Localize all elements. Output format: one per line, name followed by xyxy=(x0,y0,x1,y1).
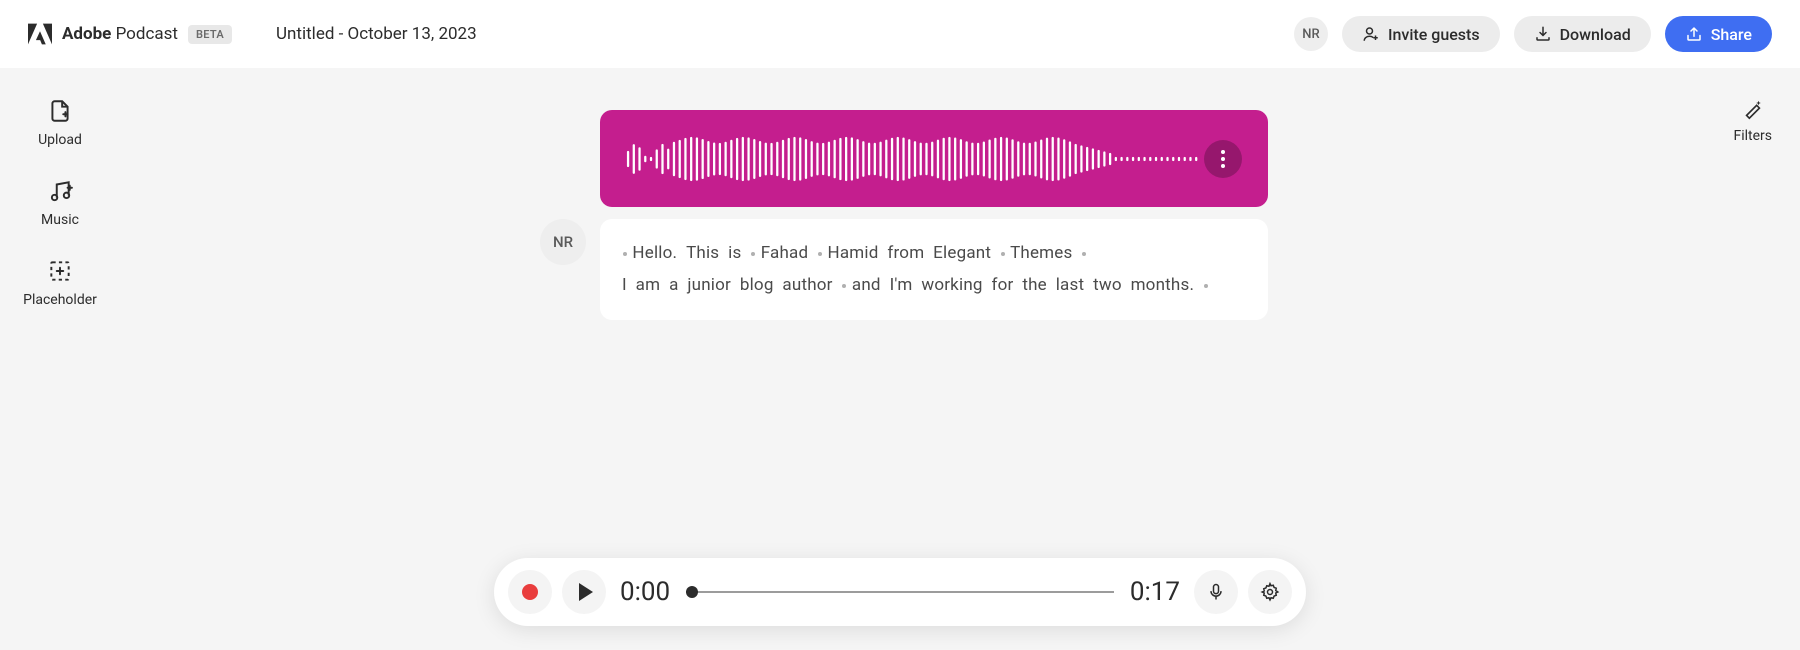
player-bar: 0:00 0:17 xyxy=(494,558,1306,626)
placeholder-label: Placeholder xyxy=(23,292,97,308)
brand-group: Adobe Podcast BETA xyxy=(28,22,232,46)
more-vertical-icon xyxy=(1221,150,1225,168)
download-button[interactable]: Download xyxy=(1514,16,1651,52)
beta-badge: BETA xyxy=(188,25,232,44)
music-icon xyxy=(47,178,73,204)
audio-clip: NR Hello. This is Fahad Hamid from Elega… xyxy=(600,110,1268,320)
share-icon xyxy=(1685,25,1703,43)
time-total: 0:17 xyxy=(1130,577,1180,607)
header-left: Adobe Podcast BETA Untitled - October 13… xyxy=(28,22,477,46)
record-button[interactable] xyxy=(508,570,552,614)
placeholder-tool[interactable]: Placeholder xyxy=(23,258,97,308)
record-icon xyxy=(522,584,538,600)
transcript-line-2[interactable]: I am a junior blog author and I'm workin… xyxy=(622,269,1246,301)
music-label: Music xyxy=(41,212,79,228)
mic-icon xyxy=(1206,582,1226,602)
adobe-logo-icon xyxy=(28,22,52,46)
gear-icon xyxy=(1260,582,1280,602)
play-icon xyxy=(579,583,593,601)
waveform-block[interactable] xyxy=(600,110,1268,207)
header-right: NR Invite guests Download Share xyxy=(1294,16,1772,52)
transcript-line-1[interactable]: Hello. This is Fahad Hamid from Elegant … xyxy=(622,237,1246,269)
left-toolbar: Upload Music Placeholder xyxy=(0,68,120,650)
filters-tool[interactable]: Filters xyxy=(1733,98,1772,144)
invite-guests-button[interactable]: Invite guests xyxy=(1342,16,1500,52)
mic-button[interactable] xyxy=(1194,570,1238,614)
upload-label: Upload xyxy=(38,132,82,148)
filters-label: Filters xyxy=(1733,128,1772,144)
upload-file-icon xyxy=(47,98,73,124)
progress-line xyxy=(686,591,1114,593)
filters-wand-icon xyxy=(1742,98,1764,120)
download-icon xyxy=(1534,25,1552,43)
project-title[interactable]: Untitled - October 13, 2023 xyxy=(276,24,477,44)
brand-text: Adobe Podcast xyxy=(62,24,178,44)
progress-track[interactable] xyxy=(686,582,1114,602)
transcript-row: NR Hello. This is Fahad Hamid from Elega… xyxy=(540,219,1268,320)
play-button[interactable] xyxy=(562,570,606,614)
placeholder-icon xyxy=(47,258,73,284)
time-current: 0:00 xyxy=(620,577,670,607)
app-header: Adobe Podcast BETA Untitled - October 13… xyxy=(0,0,1800,68)
speaker-avatar[interactable]: NR xyxy=(540,219,586,265)
progress-knob[interactable] xyxy=(686,586,698,598)
settings-button[interactable] xyxy=(1248,570,1292,614)
transcript-card[interactable]: Hello. This is Fahad Hamid from Elegant … xyxy=(600,219,1268,320)
clip-menu-button[interactable] xyxy=(1204,140,1242,178)
music-tool[interactable]: Music xyxy=(41,178,79,228)
invite-icon xyxy=(1362,25,1380,43)
share-button[interactable]: Share xyxy=(1665,16,1772,52)
user-avatar[interactable]: NR xyxy=(1294,17,1328,51)
upload-tool[interactable]: Upload xyxy=(38,98,82,148)
waveform-icon xyxy=(626,130,1204,188)
